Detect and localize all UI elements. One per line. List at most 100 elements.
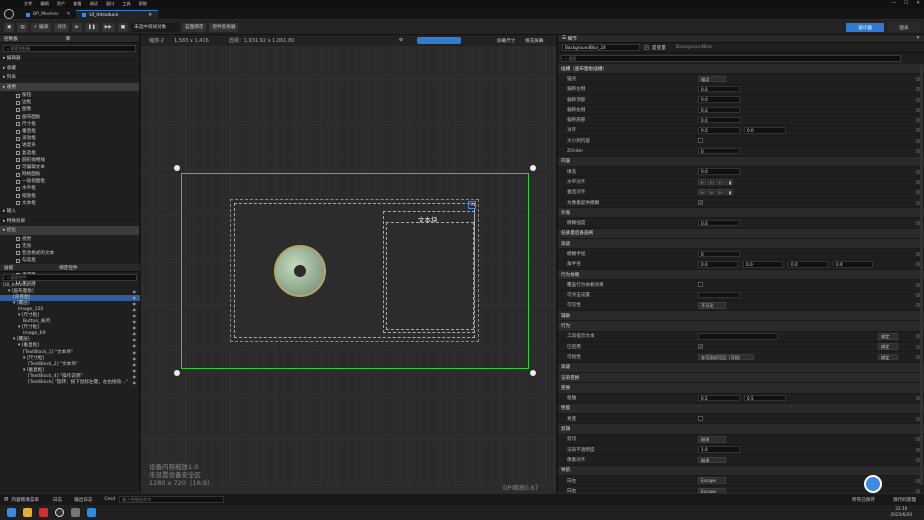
palette-widget-item[interactable]: 圆形抛物线 <box>0 157 139 164</box>
pause-button[interactable]: ❚❚ <box>84 22 99 32</box>
property-value-input[interactable]: 0.0 <box>788 261 828 268</box>
palette-search-input[interactable]: ⌕ 搜索控制板 <box>3 45 136 52</box>
menu-item[interactable]: 查看 <box>73 1 81 7</box>
alignment-option-icon[interactable]: ⊢ <box>707 178 715 186</box>
wps-icon[interactable] <box>39 508 48 517</box>
palette-category[interactable]: ▸ 输入 <box>0 207 139 217</box>
fill-screen-select[interactable]: 填充屏幕 <box>525 38 543 44</box>
step-button[interactable]: ▶▶ <box>101 22 115 32</box>
palette-widget-item[interactable]: 缩放框 <box>0 193 139 200</box>
property-value-input[interactable] <box>698 291 740 299</box>
property-section[interactable]: 渲染变换 <box>558 372 924 384</box>
property-value-input[interactable]: 0.0 <box>698 85 740 93</box>
screen-size-select[interactable]: 屏幕尺寸 <box>497 38 515 44</box>
settings-icon[interactable]: ⚙ <box>399 38 403 43</box>
palette-widget-item[interactable]: 尺寸框 <box>0 121 139 128</box>
property-checkbox[interactable]: ✔ <box>698 344 703 350</box>
browse-icon[interactable]: ▤ <box>17 22 28 32</box>
start-icon[interactable] <box>7 508 16 517</box>
property-dropdown[interactable]: 继承 <box>698 436 726 443</box>
property-section[interactable]: 性能 <box>558 403 924 415</box>
close-icon[interactable]: ✕ <box>916 36 920 41</box>
diff-button[interactable]: 对比 <box>54 22 70 32</box>
scrollbar[interactable] <box>920 65 923 485</box>
log-button[interactable]: 日志 <box>53 497 62 503</box>
alignment-option-icon[interactable]: ⊢ <box>716 188 724 196</box>
palette-widget-item[interactable]: 无效 <box>0 243 139 250</box>
unreal-app-icon[interactable] <box>55 508 64 517</box>
property-dropdown[interactable]: 非可测试可见（可视） <box>698 353 754 361</box>
property-dropdown[interactable]: Escape <box>698 477 726 484</box>
palette-widget-item[interactable]: 水平框 <box>0 185 139 192</box>
property-checkbox[interactable] <box>698 138 703 144</box>
close-window-button[interactable]: ✕ <box>916 1 920 6</box>
bind-dropdown[interactable]: 绑定 <box>878 353 898 361</box>
bind-dropdown[interactable]: 绑定 <box>878 333 898 340</box>
property-value-input[interactable]: 0.0 <box>698 127 740 134</box>
jade-disc-image[interactable] <box>274 245 326 297</box>
source-control-button[interactable]: 源代码管理 <box>893 497 916 503</box>
widget-reflector-button[interactable]: 控件反射器 <box>209 22 239 32</box>
feedback-bubble-icon[interactable] <box>864 475 882 493</box>
property-checkbox[interactable] <box>698 282 703 288</box>
designer-button[interactable]: 设计器 <box>846 23 884 32</box>
close-button-widget[interactable]: ✕ <box>468 201 476 209</box>
palette-title[interactable]: 控制板 <box>4 36 18 42</box>
property-value-input[interactable]: 0.0 <box>698 261 738 268</box>
resize-handle[interactable] <box>530 370 536 376</box>
hierarchy-row[interactable]: [TextBlock] "旋转：按下鼠标左键，左右拖动…" ◉ <box>0 380 140 386</box>
alignment-option-icon[interactable]: ⊢ <box>707 188 715 196</box>
palette-category[interactable]: ▸ 优化 <box>0 226 139 236</box>
is-variable-checkbox[interactable]: ✔ <box>644 45 649 50</box>
alignment-option-icon[interactable]: ⊢ <box>698 178 706 186</box>
palette-category[interactable]: ▸ 特殊效果 <box>0 217 139 226</box>
play-button[interactable]: ▶ <box>72 22 82 32</box>
property-dropdown[interactable]: 不可见 <box>698 302 726 309</box>
all-saved-label[interactable]: 所有已保存 <box>852 497 875 503</box>
palette-widget-item[interactable]: 进度条 <box>0 142 139 149</box>
property-dropdown[interactable]: 继承 <box>698 456 726 464</box>
property-section[interactable]: 行为 <box>558 321 924 332</box>
palette-widget-item[interactable]: 复选框 <box>0 150 139 157</box>
bind-dropdown[interactable]: 绑定 <box>878 343 898 350</box>
blueprint-bind-button[interactable]: 蓝图绑定 <box>182 22 207 32</box>
menu-item[interactable]: 工具 <box>122 1 130 7</box>
tab-ui-introduce[interactable]: UI_Introduce ✕ <box>76 9 159 20</box>
property-section[interactable]: 低质量后备画刷 <box>558 228 924 240</box>
property-value-input[interactable]: 0.0 <box>698 116 740 124</box>
alignment-option-icon[interactable]: ⊢ <box>716 178 724 186</box>
widget-name-input[interactable]: BackgroundBlur_24 <box>562 44 640 51</box>
palette-widget-item[interactable]: 网格面板 <box>0 171 139 178</box>
palette-category[interactable]: ▸ 列表 <box>0 73 139 83</box>
palette-widget-item[interactable]: 包含格式的文本 <box>0 250 139 257</box>
menu-item[interactable]: 文件 <box>24 1 32 7</box>
palette-widget-item[interactable]: 垂直框 <box>0 128 139 135</box>
palette-category[interactable]: ▸ 收藏 <box>0 64 139 73</box>
property-checkbox[interactable] <box>698 416 703 422</box>
property-value-input[interactable]: 0 <box>698 250 740 258</box>
property-section[interactable]: 行为依赖 <box>558 269 924 281</box>
palette-widget-item[interactable]: 可编辑文本 <box>0 164 139 171</box>
stop-button[interactable]: ■ <box>117 22 129 32</box>
menu-item[interactable]: 帮助 <box>139 1 147 7</box>
console-command-input[interactable]: 输入控制台命令 <box>119 496 225 503</box>
minimize-button[interactable]: — <box>892 1 897 6</box>
palette-widget-item[interactable]: 一般视图框 <box>0 178 139 185</box>
property-section[interactable]: 导航 <box>558 465 924 476</box>
clock[interactable]: 22:10 2025/6/20 <box>891 506 912 518</box>
palette-widget-item[interactable]: 图像 <box>0 106 139 113</box>
compile-button[interactable]: ✔ 编译 <box>30 22 52 32</box>
property-section[interactable]: 插槽（画布面板插槽） <box>558 64 924 75</box>
menu-item[interactable]: 调试 <box>90 1 98 7</box>
palette-widget-item[interactable]: 滚动框 <box>0 135 139 142</box>
property-section[interactable]: 外观 <box>558 208 924 219</box>
property-section[interactable]: 内容 <box>558 156 924 167</box>
resize-handle[interactable] <box>530 165 536 171</box>
menu-item[interactable]: 编辑 <box>40 1 48 7</box>
details-search-input[interactable]: ⌕ 搜索 <box>561 55 901 62</box>
close-icon[interactable]: ✕ <box>67 12 71 17</box>
property-value-input[interactable]: 0.0 <box>743 261 783 268</box>
resize-handle[interactable] <box>174 370 180 376</box>
property-value-input[interactable]: 0.0 <box>698 106 740 114</box>
property-value-input[interactable]: 0.0 <box>698 96 740 103</box>
